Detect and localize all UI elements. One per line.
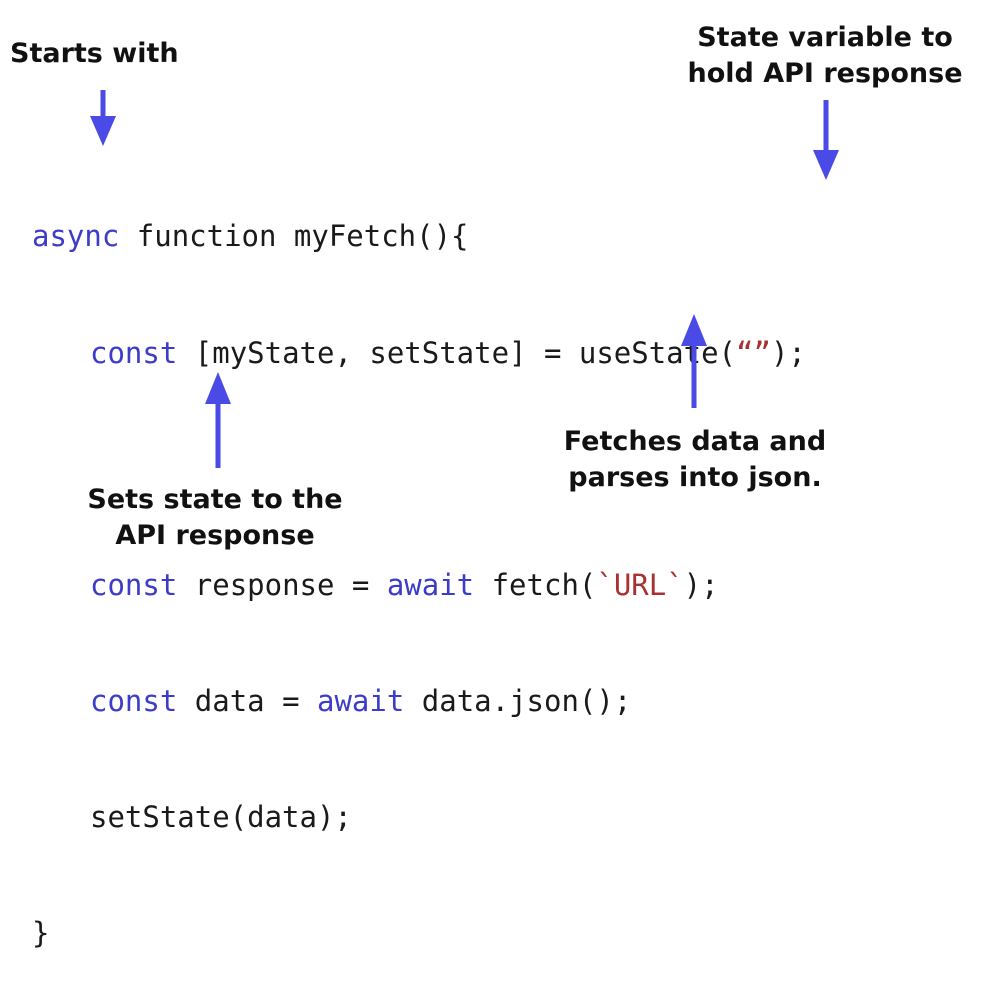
code-line-6: setState(data); xyxy=(32,798,806,837)
code-text: } xyxy=(32,915,50,950)
arrows-layer xyxy=(90,90,839,468)
code-text: fetch( xyxy=(474,567,597,602)
code-line-5: const data = await data.json(); xyxy=(32,682,806,721)
arrow-starts-with xyxy=(90,90,116,146)
arrow-sets-state xyxy=(205,372,231,468)
code-keyword: await xyxy=(386,567,475,602)
code-text: ); xyxy=(683,567,719,602)
code-keyword: await xyxy=(317,683,405,718)
code-keyword: const xyxy=(90,683,178,718)
code-text: setState(data); xyxy=(90,799,352,834)
arrow-state-variable xyxy=(813,100,839,180)
code-line-7: } xyxy=(32,914,806,953)
code-text: response = xyxy=(177,567,387,602)
code-string: `URL` xyxy=(596,567,684,602)
code-text: data = xyxy=(177,683,317,718)
code-text: data.json(); xyxy=(404,683,632,718)
code-keyword: const xyxy=(90,567,178,602)
arrow-fetches-data xyxy=(681,314,707,408)
